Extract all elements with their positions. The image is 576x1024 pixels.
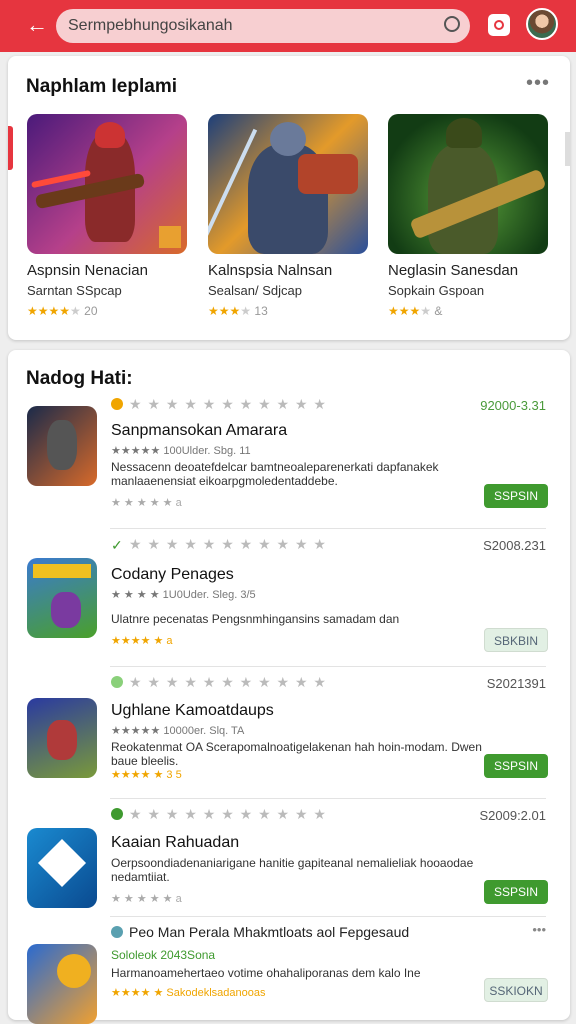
scroll-indicator-right [565, 132, 570, 166]
row-code: S2009:2.01 [479, 808, 546, 823]
list-item[interactable]: Peo Man Perala Mhakmtloats aol Fepgesaud… [8, 920, 560, 1024]
app-rating: ★ ★ ★ ★ ★ a [111, 893, 182, 905]
app-rating: ★★★★ ★ a [111, 635, 173, 647]
app-rating: ★★★★ ★ 3 5 [111, 769, 182, 781]
app-name: Sanpmansokan Amarara [111, 422, 288, 439]
search-input[interactable]: Sermpebhungosikanah [68, 17, 233, 35]
featured-app-rating: ★★★★ & [388, 304, 443, 318]
app-icon-image[interactable] [27, 944, 97, 1024]
store-icon[interactable] [488, 14, 510, 36]
list-item[interactable]: ★ ★ ★ ★ ★ ★ ★ ★ ★ ★ ★ 92000-3.31 Sanpman… [8, 392, 560, 522]
badge-icon [111, 926, 123, 938]
featured-app-subtitle: Sarntan SSpcap [27, 283, 122, 298]
scroll-indicator-left [8, 126, 13, 170]
app-meta: ★★★★★ 10000er. Slq. TA [111, 725, 245, 737]
featured-app-image[interactable] [388, 114, 548, 254]
app-icon-image[interactable] [27, 698, 97, 778]
back-arrow-icon[interactable]: ← [22, 10, 52, 40]
featured-app-card[interactable]: Neglasin Sanesdan Sopkain Gspoan ★★★★ & [388, 114, 548, 318]
avatar[interactable] [526, 8, 558, 40]
list-title: Nadog Hati: [26, 368, 133, 389]
app-meta: ★ ★ ★ ★ 1U0Uder. Sleg. 3/5 [111, 589, 256, 601]
app-name: Kaaian Rahuadan [111, 834, 240, 851]
app-description: Oerpsoondiadenaniarigane hanitie gapitea… [111, 856, 474, 884]
row-rating-strip: ★ ★ ★ ★ ★ ★ ★ ★ ★ ★ ★ [111, 396, 327, 413]
featured-app-name: Kalnspsia Nalnsan [208, 262, 333, 279]
row-code: S2021391 [486, 676, 546, 691]
featured-app-rating: ★★★★★ 20 [27, 304, 98, 318]
app-meta: Sololeok 2043Sona [111, 948, 216, 962]
row-code: 92000-3.31 [480, 398, 546, 413]
row-rating-strip: ★ ★ ★ ★ ★ ★ ★ ★ ★ ★ ★ [111, 806, 327, 823]
app-icon-image[interactable] [27, 828, 97, 908]
featured-app-subtitle: Sopkain Gspoan [388, 283, 485, 298]
row-rating-strip: ★ ★ ★ ★ ★ ★ ★ ★ ★ ★ ★ [111, 674, 327, 691]
app-meta: ★★★★★ 100Ulder. Sbg. 11 [111, 445, 251, 457]
list-item[interactable]: ✓ ★ ★ ★ ★ ★ ★ ★ ★ ★ ★ ★ S2008.231 Codany … [8, 532, 560, 662]
badge-icon [111, 808, 123, 820]
app-description: Nessacenn deoatefdelcar bamtneoaleparene… [111, 460, 439, 488]
app-description: Ulatnre pecenatas Pengsnmhingansins sama… [111, 612, 400, 626]
list-item[interactable]: ★ ★ ★ ★ ★ ★ ★ ★ ★ ★ ★ S2009:2.01 Kaaian … [8, 802, 560, 916]
install-button[interactable]: SBKBIN [484, 628, 548, 652]
app-description: Reokatenmat OA Scerapomalnoatigelakenan … [111, 740, 482, 768]
app-name: Ughlane Kamoatdaups [111, 702, 274, 719]
app-icon-image[interactable] [27, 558, 97, 638]
row-code: S2008.231 [483, 538, 546, 553]
badge-icon [111, 676, 123, 688]
featured-app-image[interactable] [208, 114, 368, 254]
featured-app-name: Aspnsin Nenacian [27, 262, 148, 279]
featured-title: Naphlam Ieplami [26, 76, 177, 97]
app-description: Harmanoamehertaeo votime ohahaliporanas … [111, 966, 421, 980]
app-rating: ★★★★ ★ Sakodeklsadanooas [111, 987, 266, 999]
top-app-bar: ← Sermpebhungosikanah [0, 0, 576, 52]
install-button[interactable]: SSKIOKN [484, 978, 548, 1002]
install-button[interactable]: SSPSIN [484, 484, 548, 508]
featured-app-name: Neglasin Sanesdan [388, 262, 519, 279]
divider [110, 798, 546, 799]
divider [110, 916, 546, 917]
divider [110, 666, 546, 667]
list-item[interactable]: ★ ★ ★ ★ ★ ★ ★ ★ ★ ★ ★ S2021391 Ughlane K… [8, 670, 560, 794]
app-name: Codany Penages [111, 566, 234, 583]
install-button[interactable]: SSPSIN [484, 754, 548, 778]
more-options-icon[interactable]: ••• [526, 72, 550, 95]
divider [110, 528, 546, 529]
install-button[interactable]: SSPSIN [484, 880, 548, 904]
search-bar[interactable]: Sermpebhungosikanah [56, 9, 470, 43]
more-options-icon[interactable]: ••• [532, 922, 546, 937]
badge-icon [111, 398, 123, 410]
row-headline: Peo Man Perala Mhakmtloats aol Fepgesaud [111, 924, 409, 940]
app-icon-image[interactable] [27, 406, 97, 486]
featured-app-card[interactable]: Aspnsin Nenacian Sarntan SSpcap ★★★★★ 20 [27, 114, 187, 318]
featured-app-card[interactable]: Kalnspsia Nalnsan Sealsan/ Sdjcap ★★★★ 1… [208, 114, 368, 318]
app-rating: ★ ★ ★ ★ ★ a [111, 497, 182, 509]
row-rating-strip: ✓ ★ ★ ★ ★ ★ ★ ★ ★ ★ ★ ★ [111, 536, 327, 553]
featured-app-image[interactable] [27, 114, 187, 254]
featured-app-subtitle: Sealsan/ Sdjcap [208, 283, 302, 298]
featured-app-rating: ★★★★ 13 [208, 304, 268, 318]
search-icon[interactable] [444, 16, 460, 32]
check-icon: ✓ [111, 537, 124, 553]
